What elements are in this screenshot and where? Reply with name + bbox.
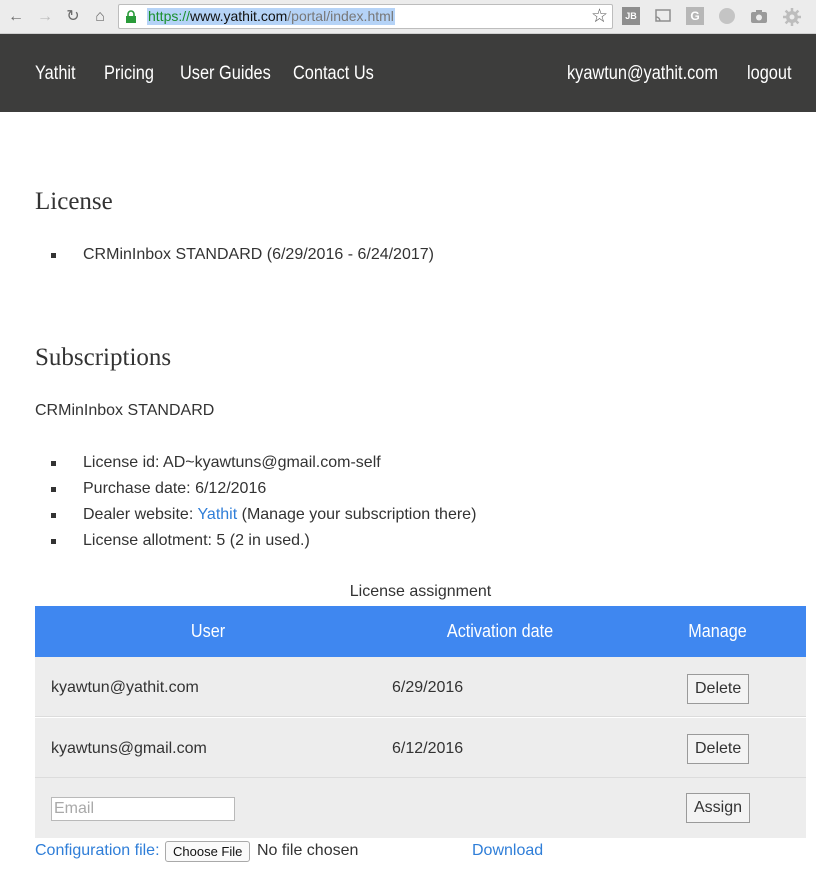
add-user-row: Assign [35, 778, 806, 838]
url-host: www.yathit.com [190, 8, 288, 24]
row-user: kyawtuns@gmail.com [51, 740, 207, 757]
dealer-website-item: Dealer website: Yathit (Manage your subs… [83, 506, 476, 524]
choose-file-button[interactable]: Choose File [165, 841, 251, 862]
nav-pricing-link[interactable]: Pricing [104, 63, 154, 85]
browser-toolbar: ← → ↻ ⌂ https://www.yathit.com/portal/in… [0, 0, 816, 34]
globe-extension-icon[interactable] [718, 7, 736, 25]
subscriptions-heading: Subscriptions [35, 344, 172, 371]
home-icon[interactable]: ⌂ [90, 7, 110, 27]
list-bullet [51, 539, 56, 544]
site-navbar: Yathit Pricing User Guides Contact Us ky… [0, 34, 816, 112]
email-input[interactable] [51, 797, 235, 821]
license-allotment-item: License allotment: 5 (2 in used.) [83, 532, 310, 549]
license-heading: License [35, 188, 113, 215]
list-bullet [51, 461, 56, 466]
subscription-product: CRMinInbox STANDARD [35, 402, 215, 419]
address-bar[interactable]: https://www.yathit.com/portal/index.html… [118, 4, 613, 29]
license-item: CRMinInbox STANDARD (6/29/2016 - 6/24/20… [83, 246, 434, 263]
star-icon[interactable]: ☆ [591, 6, 608, 28]
assign-button[interactable]: Assign [686, 793, 751, 823]
row-activation-date: 6/12/2016 [392, 740, 464, 757]
column-header-activation-date: Activation date [446, 621, 554, 641]
row-activation-date: 6/29/2016 [392, 679, 464, 696]
list-bullet [51, 513, 56, 518]
delete-button[interactable]: Delete [687, 734, 750, 764]
nav-user-email-link[interactable]: kyawtun@yathit.com [567, 63, 718, 85]
dealer-prefix: Dealer website: [83, 506, 198, 523]
configuration-file-label: Configuration file: [35, 842, 160, 859]
cast-icon[interactable] [654, 7, 672, 25]
dealer-website-link[interactable]: Yathit [197, 506, 237, 523]
file-status-text: No file chosen [257, 842, 359, 859]
reload-icon[interactable]: ↻ [63, 7, 83, 27]
forward-icon[interactable]: → [35, 7, 55, 27]
url-scheme: https:// [148, 8, 191, 24]
camera-extension-icon[interactable] [750, 7, 768, 25]
table-header: User Activation date Manage [35, 606, 806, 657]
url-path: /portal/index.html [287, 8, 394, 24]
download-link[interactable]: Download [472, 842, 543, 860]
list-bullet [51, 487, 56, 492]
list-bullet [51, 253, 56, 258]
lock-icon [126, 10, 136, 23]
table-row: kyawtuns@gmail.com 6/12/2016 Delete [35, 718, 806, 778]
nav-logout-link[interactable]: logout [747, 63, 792, 85]
g-extension-icon[interactable]: G [686, 7, 704, 25]
column-header-user: User [190, 621, 226, 641]
column-header-manage: Manage [688, 621, 747, 641]
table-row: kyawtun@yathit.com 6/29/2016 Delete [35, 657, 806, 717]
license-id-item: License id: AD~kyawtuns@gmail.com-self [83, 454, 381, 471]
delete-button[interactable]: Delete [687, 674, 750, 704]
row-user: kyawtun@yathit.com [51, 679, 199, 696]
url-text: https://www.yathit.com/portal/index.html [147, 8, 395, 25]
nav-brand-link[interactable]: Yathit [35, 63, 76, 85]
dealer-suffix: (Manage your subscription there) [237, 506, 477, 523]
purchase-date-item: Purchase date: 6/12/2016 [83, 480, 267, 497]
nav-user-guides-link[interactable]: User Guides [180, 63, 271, 85]
jb-extension-icon[interactable]: JB [622, 7, 640, 25]
table-caption: License assignment [349, 583, 492, 600]
nav-contact-us-link[interactable]: Contact Us [293, 63, 374, 85]
back-icon[interactable]: ← [6, 7, 26, 27]
gear-extension-icon[interactable] [782, 7, 801, 26]
